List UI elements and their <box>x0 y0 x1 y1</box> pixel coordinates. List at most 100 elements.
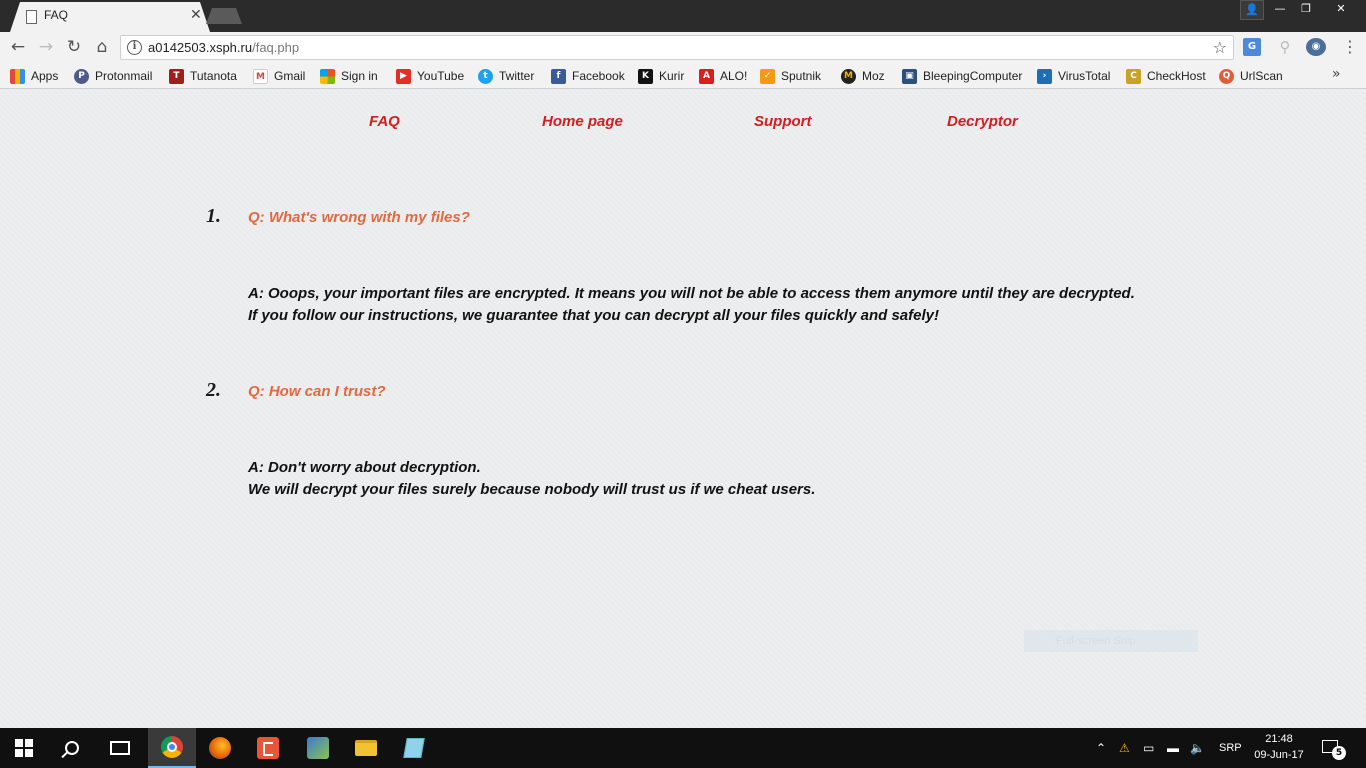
urlscan-icon: Q <box>1219 68 1234 84</box>
app-icon <box>307 737 329 759</box>
bookmark-label: Sputnik <box>781 69 822 83</box>
taskbar-ccleaner[interactable] <box>244 728 292 768</box>
bookmark-label: Apps <box>31 69 59 83</box>
bleepingcomputer-icon: ▣ <box>902 68 917 84</box>
ccleaner-icon <box>257 737 279 759</box>
task-view-icon <box>110 741 130 755</box>
bookmark-virustotal[interactable]: › VirusTotal <box>1037 67 1110 85</box>
bookmark-gmail[interactable]: M Gmail <box>253 67 305 85</box>
restore-button[interactable]: ❐ <box>1293 0 1319 20</box>
bookmark-facebook[interactable]: f Facebook <box>551 67 625 85</box>
chrome-icon <box>161 736 183 758</box>
password-key-icon[interactable]: ⚲ <box>1276 38 1294 56</box>
reload-icon[interactable]: ↻ <box>63 36 85 58</box>
bookmark-label: Moz <box>862 69 885 83</box>
close-window-button[interactable]: ✕ <box>1320 0 1362 20</box>
address-bar[interactable]: i a0142503.xsph.ru/faq.php ☆ <box>120 35 1234 60</box>
bookmark-label: Facebook <box>572 69 625 83</box>
bookmark-label: Kurir <box>659 69 685 83</box>
clock-time: 21:48 <box>1265 733 1293 745</box>
bookmark-apps[interactable]: Apps <box>10 67 58 85</box>
page-favicon-icon <box>26 10 37 24</box>
bookmark-protonmail[interactable]: P Protonmail <box>74 67 152 85</box>
site-info-icon[interactable]: i <box>127 40 142 55</box>
gmail-icon: M <box>253 68 268 84</box>
minimize-button[interactable]: — <box>1268 0 1292 20</box>
battery-icon[interactable]: ▬ <box>1167 728 1179 768</box>
bookmark-label: Protonmail <box>95 69 153 83</box>
bookmark-kurir[interactable]: K Kurir <box>638 67 684 85</box>
taskbar-chrome[interactable] <box>148 728 196 768</box>
show-hidden-icons[interactable]: ⌃ <box>1096 728 1106 768</box>
bookmark-label: Tutanota <box>190 69 237 83</box>
nav-link-home-page[interactable]: Home page <box>542 113 623 130</box>
bookmark-sign-in[interactable]: Sign in <box>320 67 378 85</box>
checkhost-icon: C <box>1126 68 1141 84</box>
youtube-icon: ▶ <box>396 68 411 84</box>
nav-link-faq[interactable]: FAQ <box>369 113 400 130</box>
bookmark-checkhost[interactable]: C CheckHost <box>1126 67 1206 85</box>
bookmark-urlscan[interactable]: Q UrlScan <box>1219 67 1283 85</box>
home-icon[interactable]: ⌂ <box>91 36 113 58</box>
bookmark-label: YouTube <box>417 69 465 83</box>
action-center-button[interactable]: 5 <box>1322 738 1346 760</box>
clock-date: 09-Jun-17 <box>1254 749 1304 761</box>
faq-answer: A: Don't worry about decryption. We will… <box>248 457 815 501</box>
taskbar-app[interactable] <box>294 728 342 768</box>
system-clock[interactable]: 21:48 09-Jun-17 <box>1248 731 1310 763</box>
notes-icon <box>403 738 425 758</box>
bookmark-alo[interactable]: A ALO! <box>699 67 747 85</box>
task-view-button[interactable] <box>96 728 144 768</box>
bookmark-star-icon[interactable]: ☆ <box>1213 38 1227 57</box>
warning-tray-icon[interactable]: ⚠ <box>1119 728 1130 768</box>
url-text[interactable]: a0142503.xsph.ru/faq.php <box>148 40 299 55</box>
faq-answer-line: A: Ooops, your important files are encry… <box>248 285 1135 302</box>
bookmarks-bar: Apps P Protonmail T Tutanota M Gmail Sign i… <box>0 62 1366 89</box>
close-tab-icon[interactable]: ✕ <box>190 7 202 23</box>
bookmark-label: CheckHost <box>1147 69 1206 83</box>
windows-taskbar: ⌃ ⚠ ▭ ▬ 🔈 SRP 21:48 09-Jun-17 5 <box>0 728 1366 768</box>
facebook-icon: f <box>551 68 566 84</box>
active-tab[interactable]: FAQ ✕ <box>10 2 210 32</box>
faq-answer-line: We will decrypt your files surely becaus… <box>248 481 816 498</box>
translate-extension-icon[interactable]: G <box>1243 38 1261 56</box>
folder-icon <box>355 740 377 756</box>
snip-overlay-button[interactable]: Full-screen Snip <box>1024 630 1198 652</box>
faq-question: Q: How can I trust? <box>248 383 386 400</box>
url-host: a0142503.xsph.ru <box>148 40 253 55</box>
start-button[interactable] <box>0 728 48 768</box>
tutanota-icon: T <box>169 68 184 84</box>
eye-extension-icon[interactable]: ◉ <box>1306 38 1326 56</box>
back-arrow-icon[interactable]: ← <box>7 36 29 58</box>
taskbar-firefox[interactable] <box>196 728 244 768</box>
browser-toolbar: ← → ↻ ⌂ i a0142503.xsph.ru/faq.php ☆ <box>0 32 1366 62</box>
language-indicator[interactable]: SRP <box>1219 728 1242 768</box>
bookmark-label: BleepingComputer <box>923 69 1023 83</box>
nav-link-support[interactable]: Support <box>754 113 812 130</box>
tab-title: FAQ <box>44 8 69 22</box>
volume-icon[interactable]: 🔈 <box>1190 728 1205 768</box>
forward-arrow-icon[interactable]: → <box>35 36 57 58</box>
bookmark-twitter[interactable]: t Twitter <box>478 67 534 85</box>
sputnik-icon: ✓ <box>760 68 775 84</box>
taskbar-notes[interactable] <box>390 728 438 768</box>
firefox-icon <box>209 737 231 759</box>
menu-kebab-icon[interactable]: ⋮ <box>1342 38 1358 56</box>
user-profile-icon[interactable]: 👤 <box>1240 0 1264 20</box>
bookmarks-overflow-icon[interactable]: » <box>1332 66 1341 82</box>
bookmark-tutanota[interactable]: T Tutanota <box>169 67 237 85</box>
bookmark-moz[interactable]: M Moz <box>841 67 885 85</box>
search-button[interactable] <box>48 728 96 768</box>
taskbar-file-explorer[interactable] <box>342 728 390 768</box>
bookmark-youtube[interactable]: ▶ YouTube <box>396 67 464 85</box>
protonmail-icon: P <box>74 68 89 84</box>
faq-answer-line: A: Don't worry about decryption. <box>248 459 481 476</box>
bookmark-sputnik[interactable]: ✓ Sputnik <box>760 67 821 85</box>
faq-answer-line: If you follow our instructions, we guara… <box>248 307 939 324</box>
browser-titlebar: FAQ ✕ 👤 — ❐ ✕ <box>0 0 1366 32</box>
bookmark-bleepingcomputer[interactable]: ▣ BleepingComputer <box>902 67 1022 85</box>
new-tab-button[interactable] <box>206 8 242 24</box>
bookmark-label: ALO! <box>720 69 748 83</box>
nav-link-decryptor[interactable]: Decryptor <box>947 113 1018 130</box>
network-icon[interactable]: ▭ <box>1143 728 1154 768</box>
